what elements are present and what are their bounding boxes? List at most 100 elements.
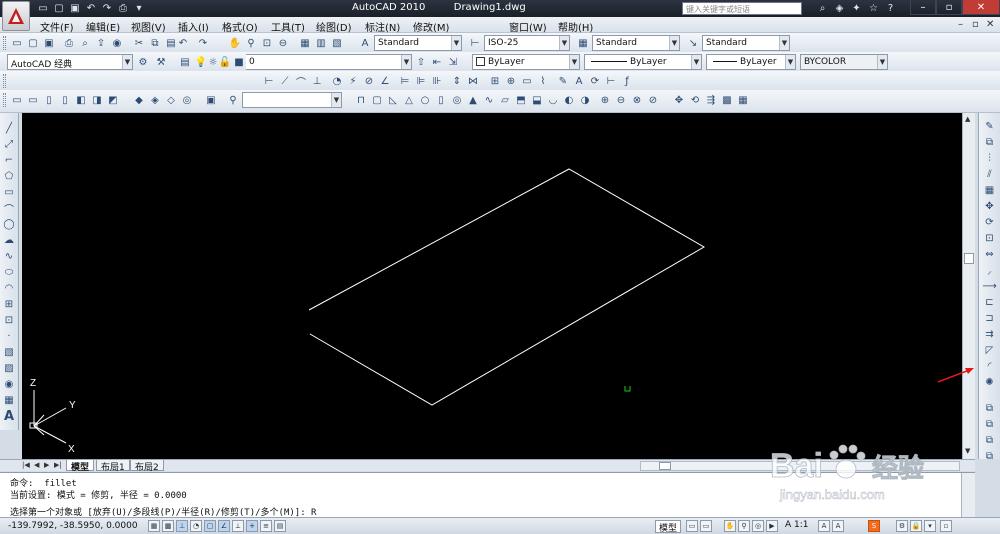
infocenter-search-input[interactable]: 键入关键字或短语 xyxy=(682,2,802,15)
snap-mode-icon[interactable]: ▦ xyxy=(148,520,160,532)
subscription-icon[interactable]: ◈ xyxy=(833,1,846,15)
horizontal-scrollbar[interactable] xyxy=(640,461,960,471)
publish-icon[interactable]: ⇪ xyxy=(94,36,108,50)
qat-dropdown-icon[interactable]: ▾ xyxy=(132,1,146,15)
quick-view-drawings-icon[interactable]: ▭ xyxy=(700,520,712,532)
customize-icon[interactable]: ⚒ xyxy=(154,55,168,69)
auto-scale-icon[interactable]: A xyxy=(832,520,844,532)
zoom-status-icon[interactable]: ⚲ xyxy=(738,520,750,532)
erase-icon[interactable]: ✎ xyxy=(982,119,997,133)
revision-cloud-icon[interactable]: ☁ xyxy=(2,233,16,247)
pan-status-icon[interactable]: ✋ xyxy=(724,520,736,532)
save-file-icon[interactable]: ▣ xyxy=(42,36,56,50)
menu-insert[interactable]: 插入(I) xyxy=(178,19,209,34)
tab-next-icon[interactable]: ▶ xyxy=(44,461,49,469)
angular-dim-icon[interactable]: ∠ xyxy=(378,74,392,88)
steering-wheel-icon[interactable]: ◎ xyxy=(752,520,764,532)
help-icon[interactable]: ? xyxy=(884,1,897,15)
open-icon[interactable]: ▢ xyxy=(52,1,66,15)
jogged-linear-icon[interactable]: ⌇ xyxy=(536,74,550,88)
circle-icon[interactable]: ◯ xyxy=(2,217,16,231)
model-space-button[interactable]: 模型 xyxy=(655,520,682,534)
communication-icon[interactable]: ✦ xyxy=(850,1,863,15)
qnew-icon[interactable]: ▭ xyxy=(10,36,24,50)
subtract-icon[interactable]: ⊖ xyxy=(614,93,628,107)
planar-surface-icon[interactable]: ▱ xyxy=(498,93,512,107)
3d-align-icon[interactable]: ⇶ xyxy=(704,93,718,107)
sw-iso-icon[interactable]: ◩ xyxy=(106,93,120,107)
app-menu-button[interactable] xyxy=(2,1,30,31)
new-icon[interactable]: ▭ xyxy=(36,1,50,15)
clean-screen-icon[interactable]: ▫ xyxy=(940,520,952,532)
layer-properties-icon[interactable]: ▤ xyxy=(178,55,192,69)
array-icon[interactable]: ▦ xyxy=(982,183,997,197)
quick-dim-icon[interactable]: ⊨ xyxy=(398,74,412,88)
menu-tools[interactable]: 工具(T) xyxy=(271,19,305,34)
polyline-icon[interactable]: ⌐ xyxy=(2,153,16,167)
command-scrollbar[interactable] xyxy=(961,473,975,518)
break-at-point-icon[interactable]: ⊏ xyxy=(982,295,997,309)
vertical-scroll-thumb[interactable] xyxy=(964,253,974,264)
tab-model[interactable]: 模型 xyxy=(66,460,95,473)
ellipse-arc-icon[interactable]: ◠ xyxy=(2,281,16,295)
annotation-visibility-icon[interactable]: A xyxy=(818,520,830,532)
torus-icon[interactable]: ◎ xyxy=(450,93,464,107)
cylinder-icon[interactable]: ▯ xyxy=(434,93,448,107)
point-icon[interactable]: · xyxy=(2,329,16,343)
print-icon[interactable]: ⎙ xyxy=(62,36,76,50)
layer-previous-icon[interactable]: ⇤ xyxy=(430,55,444,69)
diameter-dim-icon[interactable]: ⊘ xyxy=(362,74,376,88)
move-icon[interactable]: ✥ xyxy=(982,199,997,213)
maximize-button[interactable]: ▫ xyxy=(936,0,962,15)
tab-first-icon[interactable]: |◀ xyxy=(22,461,30,469)
sweep-icon[interactable]: ◡ xyxy=(546,93,560,107)
open-file-icon[interactable]: ▢ xyxy=(26,36,40,50)
minimize-button[interactable]: – xyxy=(910,0,936,15)
center-mark-icon[interactable]: ⊕ xyxy=(504,74,518,88)
workspace-select[interactable]: AutoCAD 经典 ▼ xyxy=(7,54,133,70)
slice-icon[interactable]: ⊘ xyxy=(646,93,660,107)
zoom-icon[interactable]: ⚲ xyxy=(226,93,240,107)
menu-window[interactable]: 窗口(W) xyxy=(509,19,547,34)
polygon-icon[interactable]: ⬠ xyxy=(2,169,16,183)
annotation-scale[interactable]: A 1:1 xyxy=(785,520,809,530)
dim-text-edit-icon[interactable]: A xyxy=(572,74,586,88)
dimension-fx-icon[interactable]: ƒ xyxy=(620,74,634,88)
wedge-icon[interactable]: ◺ xyxy=(386,93,400,107)
3d-move-icon[interactable]: ✥ xyxy=(672,93,686,107)
plotstyle-select[interactable]: BYCOLOR ▼ xyxy=(800,54,888,70)
status-menu-icon[interactable]: ▾ xyxy=(924,520,936,532)
back-view-icon[interactable]: ◨ xyxy=(90,93,104,107)
doc-minimize-icon[interactable]: – xyxy=(958,19,963,30)
left-view-icon[interactable]: ▯ xyxy=(42,93,56,107)
make-current-layer-icon[interactable]: ⇧ xyxy=(414,55,428,69)
ordinate-dim-icon[interactable]: ⊥ xyxy=(310,74,324,88)
offset-icon[interactable]: ⫽ xyxy=(982,167,997,181)
menu-view[interactable]: 视图(V) xyxy=(131,19,166,34)
dim-break-icon[interactable]: ⋈ xyxy=(466,74,480,88)
baseline-dim-icon[interactable]: ⊫ xyxy=(414,74,428,88)
trim-icon[interactable]: ⸝ xyxy=(982,263,997,277)
cursor-coordinates[interactable]: -139.7992, -38.5950, 0.0000 xyxy=(8,521,138,531)
dim-update-icon[interactable]: ⟳ xyxy=(588,74,602,88)
line-icon[interactable]: ╱ xyxy=(2,121,16,135)
cut-icon[interactable]: ✂ xyxy=(132,36,146,50)
box-icon[interactable]: ▢ xyxy=(370,93,384,107)
horizontal-scroll-thumb[interactable] xyxy=(659,462,671,470)
aligned-dim-icon[interactable]: ⟋ xyxy=(278,74,292,88)
tab-layout2[interactable]: 布局2 xyxy=(130,460,164,473)
linetype-select[interactable]: ByLayer ▼ xyxy=(584,54,702,70)
draworder-back-icon[interactable]: ⧉ xyxy=(982,417,997,431)
jogged-dim-icon[interactable]: ⚡ xyxy=(346,74,360,88)
extrude-icon[interactable]: ⬒ xyxy=(514,93,528,107)
redo-icon[interactable]: ↷ xyxy=(100,1,114,15)
menu-edit[interactable]: 编辑(E) xyxy=(86,19,120,34)
workspace-settings-icon[interactable]: ⚙ xyxy=(136,55,150,69)
multileader-style-icon[interactable]: ↘ xyxy=(686,36,700,50)
command-window[interactable]: 命令: fillet 当前设置: 模式 = 修剪, 半径 = 0.0000 选择… xyxy=(0,472,975,518)
copy-icon[interactable]: ⧉ xyxy=(148,36,162,50)
3d-rotate-icon[interactable]: ⟲ xyxy=(688,93,702,107)
tolerance-icon[interactable]: ⊞ xyxy=(488,74,502,88)
zoom-realtime-icon[interactable]: ⚲ xyxy=(244,36,258,50)
redo-tb-icon[interactable]: ↷ xyxy=(196,36,210,50)
